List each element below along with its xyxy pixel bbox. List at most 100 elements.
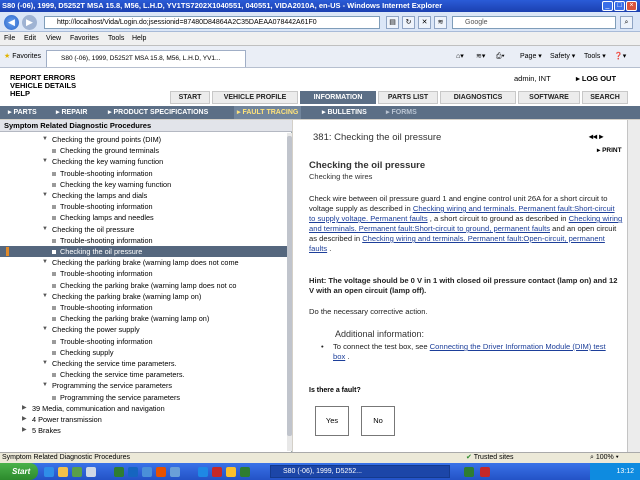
tree-item[interactable]: ▶ 39 Media, communication and navigation (0, 403, 287, 414)
compat-view-icon[interactable]: ▤ (386, 16, 399, 29)
app-icon[interactable] (170, 467, 180, 477)
menu-tools[interactable]: Tools (108, 32, 124, 46)
tree-item[interactable]: Programming the service parameters (0, 392, 287, 403)
tree-item[interactable]: Checking supply (0, 347, 287, 358)
collapsed-chevron-icon[interactable]: ▶ (22, 403, 27, 414)
stop-icon[interactable]: ✕ (418, 16, 431, 29)
nav-repair[interactable]: ▸ REPAIR (56, 106, 87, 119)
rss-icon[interactable]: ≋ (434, 16, 447, 29)
tab-software[interactable]: SOFTWARE (518, 91, 580, 104)
app-icon[interactable] (128, 467, 138, 477)
tree-item[interactable]: Checking the ground terminals (0, 145, 287, 156)
menu-help[interactable]: Help (132, 32, 146, 46)
tab-parts-list[interactable]: PARTS LIST (378, 91, 438, 104)
tree-item[interactable]: Trouble-shooting information (0, 201, 287, 212)
collapsed-chevron-icon[interactable]: ▶ (22, 414, 27, 425)
no-button[interactable]: No (361, 406, 395, 436)
safety-menu[interactable]: Safety ▾ (550, 51, 575, 63)
print-icon[interactable]: ⎙▾ (496, 51, 505, 63)
app-icon[interactable] (240, 467, 250, 477)
app-icon[interactable] (114, 467, 124, 477)
zoom-control[interactable]: ⌕ 100% ▾ (590, 453, 619, 463)
home-icon[interactable]: ⌂▾ (456, 51, 464, 63)
ie-icon[interactable] (44, 467, 54, 477)
tree-item[interactable]: ▼ Checking the key warning function (0, 156, 287, 167)
previous-icon[interactable]: ◂◂ (589, 132, 597, 141)
app-icon[interactable] (480, 467, 490, 477)
tree-item[interactable]: Trouble-shooting information (0, 268, 287, 279)
menu-favorites[interactable]: Favorites (70, 32, 99, 46)
page-menu[interactable]: Page ▾ (520, 51, 542, 63)
search-icon[interactable]: ⌕ (620, 16, 633, 29)
expand-chevron-icon[interactable]: ▼ (42, 224, 48, 235)
tree-scrollbar-thumb[interactable] (287, 136, 292, 436)
feeds-icon[interactable]: ≋▾ (476, 51, 485, 63)
app-icon[interactable] (226, 467, 236, 477)
desktop-icon[interactable] (86, 467, 96, 477)
nav-parts[interactable]: ▸ PARTS (8, 106, 37, 119)
maximize-button[interactable]: □ (614, 1, 625, 11)
app-icon[interactable] (142, 467, 152, 477)
search-input[interactable]: Google (452, 16, 616, 29)
menu-edit[interactable]: Edit (24, 32, 36, 46)
tools-menu[interactable]: Tools ▾ (584, 51, 606, 63)
tree-item[interactable]: Checking the service time parameters. (0, 369, 287, 380)
folder-icon[interactable] (58, 467, 68, 477)
app-icon[interactable] (198, 467, 208, 477)
expand-chevron-icon[interactable]: ▼ (42, 291, 48, 302)
tab-vehicle-profile[interactable]: VEHICLE PROFILE (212, 91, 298, 104)
expand-chevron-icon[interactable]: ▼ (42, 380, 48, 391)
document-nav[interactable]: ◂◂ ▸ (589, 132, 603, 141)
next-icon[interactable]: ▸ (599, 132, 603, 141)
menu-file[interactable]: File (4, 32, 15, 46)
tree-item[interactable]: ▼ Checking the service time parameters. (0, 358, 287, 369)
expand-chevron-icon[interactable]: ▼ (42, 134, 48, 145)
media-icon[interactable] (72, 467, 82, 477)
tab-start[interactable]: START (170, 91, 210, 104)
tree-item[interactable]: ▼ Checking the lamps and dials (0, 190, 287, 201)
nav-fault-tracing[interactable]: ▸ FAULT TRACING (234, 106, 302, 119)
tree-item[interactable]: ▼ Programming the service parameters (0, 380, 287, 391)
collapsed-chevron-icon[interactable]: ▶ (22, 425, 27, 436)
nav-product-specifications[interactable]: ▸ PRODUCT SPECIFICATIONS (108, 106, 208, 119)
start-button[interactable]: Start (0, 463, 38, 480)
tree-item[interactable]: ▼ Checking the power supply (0, 324, 287, 335)
document-scrollbar[interactable] (627, 120, 640, 452)
yes-button[interactable]: Yes (315, 406, 349, 436)
tree-item[interactable]: Trouble-shooting information (0, 336, 287, 347)
tree-item[interactable]: Checking the parking brake (warning lamp… (0, 313, 287, 324)
expand-chevron-icon[interactable]: ▼ (42, 358, 48, 369)
tree-item[interactable]: Checking the oil pressure (0, 246, 287, 257)
expand-chevron-icon[interactable]: ▼ (42, 257, 48, 268)
tree-item[interactable]: Trouble-shooting information (0, 235, 287, 246)
tree-item[interactable]: ▶ 4 Power transmission (0, 414, 287, 425)
tree-item[interactable]: ▼ Checking the parking brake (warning lam… (0, 291, 287, 302)
nav-forms[interactable]: ▸ FORMS (386, 106, 417, 119)
print-button[interactable]: ▸ PRINT (597, 146, 622, 154)
browser-tab[interactable]: S80 (-06), 1999, D5252T MSA 15.8, M56, L… (46, 50, 246, 67)
taskbar-window-item[interactable]: S80 (-06), 1999, D5252... (270, 465, 450, 478)
tree-item[interactable]: Trouble-shooting information (0, 302, 287, 313)
tree-item[interactable]: ▼ Checking the parking brake (warning lam… (0, 257, 287, 268)
tree-item[interactable]: ▼ Checking the oil pressure (0, 224, 287, 235)
nav-bulletins[interactable]: ▸ BULLETINS (322, 106, 367, 119)
help-link[interactable]: HELP (10, 90, 30, 98)
tree-item[interactable]: Checking the key warning function (0, 179, 287, 190)
back-button[interactable]: ◀ (4, 15, 19, 30)
tree-item[interactable]: ▶ 5 Brakes (0, 425, 287, 436)
forward-button[interactable]: ▶ (22, 15, 37, 30)
menu-view[interactable]: View (46, 32, 61, 46)
tree-item[interactable]: ▼ Checking the ground points (DIM) (0, 134, 287, 145)
close-button[interactable]: × (626, 1, 637, 11)
favorites-button[interactable]: ★ Favorites (4, 51, 41, 63)
tree-item[interactable]: Checking the parking brake (warning lamp… (0, 280, 287, 291)
logout-button[interactable]: ▸ LOG OUT (576, 74, 616, 83)
expand-chevron-icon[interactable]: ▼ (42, 324, 48, 335)
expand-chevron-icon[interactable]: ▼ (42, 156, 48, 167)
address-bar[interactable]: http://localhost/Vida/Login.do;jsessioni… (44, 16, 380, 29)
app-icon[interactable] (156, 467, 166, 477)
tree-item[interactable]: Checking lamps and needles (0, 212, 287, 223)
app-icon[interactable] (464, 467, 474, 477)
minimize-button[interactable]: _ (602, 1, 613, 11)
refresh-icon[interactable]: ↻ (402, 16, 415, 29)
